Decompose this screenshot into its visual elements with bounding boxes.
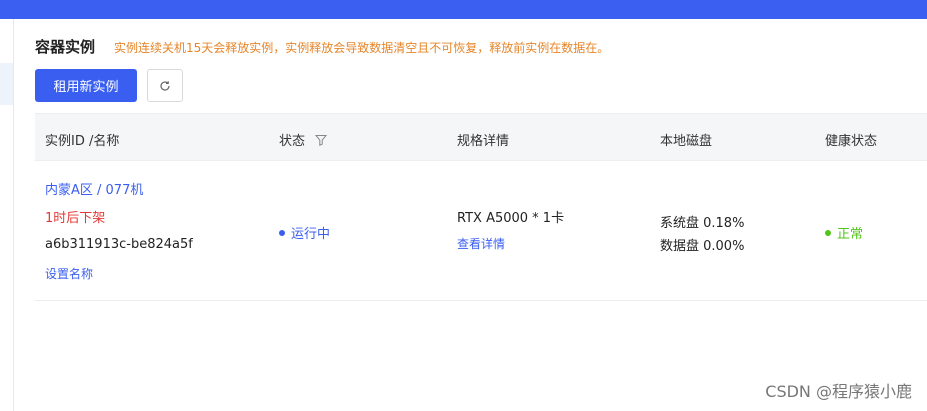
refresh-button[interactable]	[147, 69, 183, 102]
sidebar-selected-item[interactable]	[0, 63, 13, 105]
column-header-label: 健康状态	[825, 134, 878, 149]
column-header-label: 规格详情	[457, 134, 510, 149]
health-label: 正常	[837, 227, 864, 242]
top-nav-bar	[0, 0, 927, 19]
column-header-label: 实例ID /名称	[45, 134, 120, 149]
column-header-spec: 规格详情	[457, 130, 509, 149]
set-name-link[interactable]: 设置名称	[45, 265, 93, 282]
instance-id: a6b311913c-be824a5f	[45, 237, 193, 252]
data-disk-usage: 数据盘 0.00%	[660, 239, 745, 254]
system-disk-usage: 系统盘 0.18%	[660, 216, 745, 231]
column-header-label: 本地磁盘	[660, 134, 713, 149]
column-header-health: 健康状态	[825, 130, 877, 149]
title-row: 容器实例 实例连续关机15天会释放实例，实例释放会导致数据清空且不可恢复，释放前…	[35, 36, 609, 57]
instance-status: 运行中	[279, 223, 330, 242]
column-header-status: 状态	[279, 130, 328, 149]
status-dot-icon	[279, 229, 285, 236]
table-row: 内蒙A区 / 077机 1时后下架 a6b311913c-be824a5f 设置…	[35, 161, 927, 301]
status-label: 运行中	[291, 227, 331, 242]
rent-new-instance-button[interactable]: 租用新实例	[35, 69, 137, 102]
spec-text: RTX A5000 * 1卡	[457, 211, 565, 226]
left-sidebar	[0, 19, 14, 411]
watermark: CSDN @程序猿小鹿	[765, 382, 912, 401]
health-dot-icon	[825, 229, 831, 236]
table-header: 实例ID /名称 状态 规格详情 本地磁盘 健康状态	[35, 113, 927, 161]
column-header-id-name: 实例ID /名称	[45, 130, 119, 149]
refresh-icon	[160, 80, 170, 91]
release-notice: 实例连续关机15天会释放实例，实例释放会导致数据清空且不可恢复，释放前实例在数据…	[114, 41, 610, 55]
instance-region-link[interactable]: 内蒙A区 / 077机	[45, 179, 143, 198]
view-details-link[interactable]: 查看详情	[457, 235, 505, 252]
filter-icon[interactable]	[315, 134, 328, 146]
column-header-label: 状态	[279, 134, 306, 149]
offline-countdown: 1时后下架	[45, 211, 106, 226]
column-header-disk: 本地磁盘	[660, 130, 712, 149]
page-title: 容器实例	[35, 38, 96, 56]
main-content: 容器实例 实例连续关机15天会释放实例，实例释放会导致数据清空且不可恢复，释放前…	[15, 19, 927, 411]
health-status: 正常	[825, 223, 863, 242]
